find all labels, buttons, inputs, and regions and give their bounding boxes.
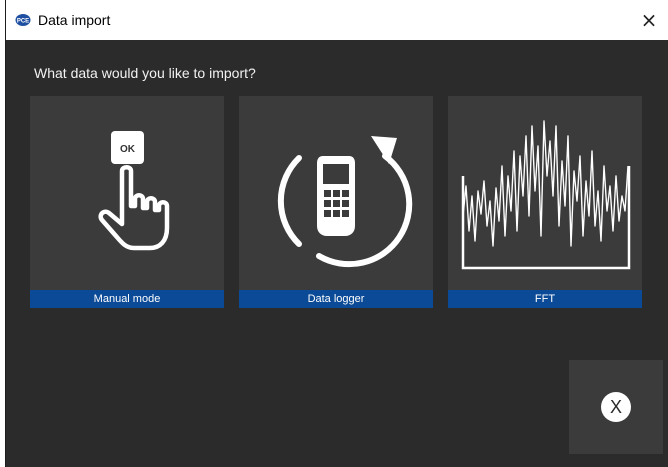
import-question: What data would you like to import? — [34, 65, 256, 81]
window-title: Data import — [38, 12, 111, 28]
data-logger-tile[interactable]: Data logger — [239, 96, 433, 308]
data-import-dialog: PCE Data import × What data would you li… — [5, 0, 668, 467]
fft-label: FFT — [448, 290, 642, 308]
data-logger-device-icon — [239, 96, 433, 290]
title-bar[interactable]: PCE Data import × — [6, 0, 668, 40]
fft-waveform-icon — [448, 96, 642, 290]
cancel-button[interactable]: X — [569, 360, 663, 454]
svg-text:PCE: PCE — [17, 19, 29, 25]
pce-logo-icon: PCE — [14, 11, 32, 29]
manual-mode-tile[interactable]: OK Manual mode — [30, 96, 224, 308]
close-window-button[interactable]: × — [629, 0, 668, 40]
hand-press-ok-icon: OK — [30, 96, 224, 290]
fft-tile[interactable]: FFT — [448, 96, 642, 308]
ok-key-text: OK — [120, 144, 136, 155]
cancel-x-icon: X — [601, 392, 631, 422]
data-logger-label: Data logger — [239, 290, 433, 308]
manual-mode-label: Manual mode — [30, 290, 224, 308]
